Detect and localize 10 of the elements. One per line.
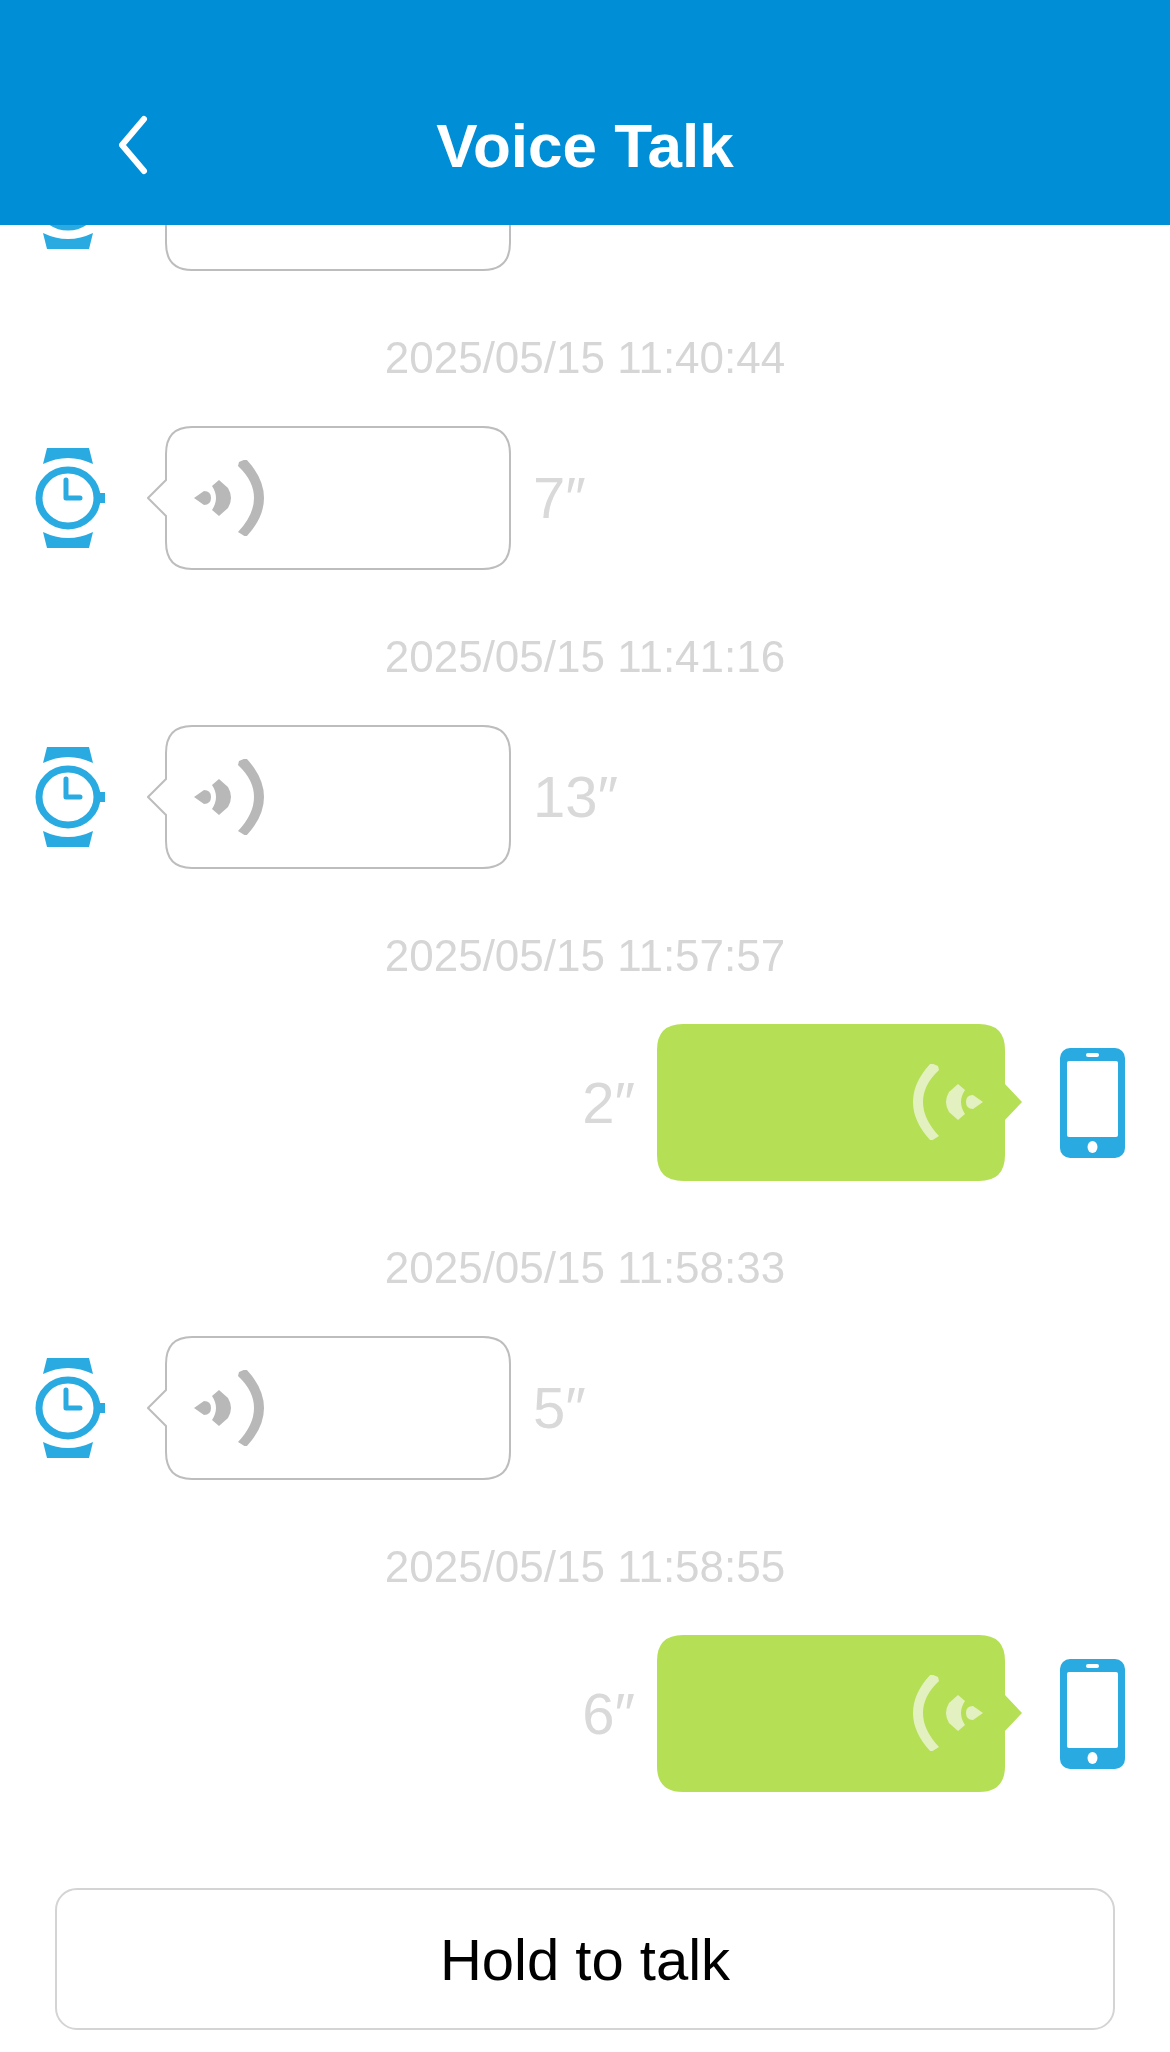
phone-icon <box>1060 1047 1125 1158</box>
screen-title: Voice Talk <box>436 114 734 177</box>
voice-message-bubble[interactable] <box>657 1635 1022 1792</box>
hold-to-talk-button[interactable]: Hold to talk <box>55 1888 1115 2030</box>
voice-message-bubble[interactable] <box>147 725 511 869</box>
voice-message-bubble[interactable] <box>147 426 511 570</box>
voice-message-bubble[interactable] <box>657 1024 1022 1181</box>
voice-message-bubble[interactable] <box>147 1336 511 1480</box>
back-icon <box>116 115 150 175</box>
phone-icon <box>1060 1658 1125 1769</box>
